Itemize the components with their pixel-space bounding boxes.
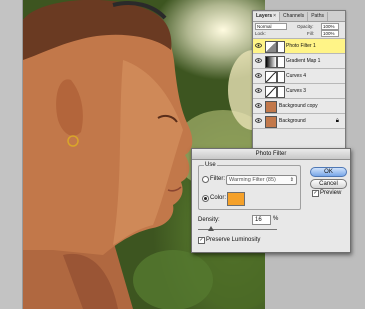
layer-name: Curves 3 [286, 88, 307, 94]
fill-value: 100% [323, 31, 335, 36]
lock-label: Lock: [255, 31, 266, 36]
preview-label: Preview [320, 190, 342, 196]
tab-paths[interactable]: Paths [308, 12, 328, 21]
ok-button-label: OK [324, 169, 333, 175]
layer-name: Background [279, 118, 306, 124]
blend-mode-value: Normal [257, 24, 272, 29]
filter-select[interactable]: Warming Filter (85) ⇕ [226, 175, 297, 185]
layers-panel: Layers× Channels Paths Normal Opacity: 1… [252, 10, 346, 152]
tab-paths-label: Paths [311, 13, 324, 19]
eye-icon[interactable] [255, 57, 262, 64]
use-group: Use Filter: Warming Filter (85) ⇕ Color: [198, 162, 301, 210]
filter-label: Filter: [210, 176, 225, 182]
layer-mask-thumbnail [277, 71, 285, 83]
eye-icon[interactable] [255, 117, 262, 124]
dialog-title: Photo Filter [192, 149, 350, 160]
layers-controls: Normal Opacity: 100% Lock: Fill: 100% [253, 22, 345, 39]
density-slider-thumb[interactable] [207, 226, 214, 231]
updown-arrows-icon: ⇕ [289, 177, 294, 183]
layer-name: Background copy [279, 103, 318, 109]
layers-tab-bar: Layers× Channels Paths [253, 11, 345, 22]
density-unit: % [273, 216, 279, 222]
blend-mode-select[interactable]: Normal [255, 23, 287, 30]
close-icon[interactable]: × [273, 13, 276, 19]
tab-channels-label: Channels [283, 13, 305, 19]
preview-checkbox[interactable]: ✓ [312, 190, 319, 197]
fill-label: Fill: [307, 31, 314, 36]
adjustment-thumbnail [265, 41, 277, 53]
opacity-value: 100% [323, 24, 335, 29]
layer-row-background-copy[interactable]: Background copy [253, 99, 345, 114]
density-value: 16 [255, 217, 262, 223]
preserve-luminosity-checkbox[interactable]: ✓ [198, 237, 205, 244]
layer-row-gradient-map[interactable]: Gradient Map 1 [253, 54, 345, 69]
color-swatch[interactable] [227, 192, 245, 206]
eye-icon[interactable] [255, 72, 262, 79]
density-input[interactable]: 16 [252, 215, 271, 225]
gradient-thumbnail [265, 56, 277, 68]
layer-row-curves-3[interactable]: Curves 3 [253, 84, 345, 99]
canvas-left-gutter [0, 0, 23, 309]
use-group-label: Use [204, 162, 217, 168]
photo-filter-dialog: Photo Filter Use Filter: Warming Filter … [191, 148, 351, 253]
layer-name: Curves 4 [286, 73, 307, 79]
cancel-button-label: Cancel [319, 181, 338, 187]
lock-icon: 🔒︎ [335, 118, 339, 124]
layer-row-photo-filter[interactable]: Photo Filter 1 [253, 39, 345, 54]
cancel-button[interactable]: Cancel [310, 179, 347, 189]
fill-input[interactable]: 100% [321, 30, 339, 37]
color-radio[interactable] [202, 195, 209, 202]
eye-icon[interactable] [255, 87, 262, 94]
eye-icon[interactable] [255, 102, 262, 109]
layer-row-curves-4[interactable]: Curves 4 [253, 69, 345, 84]
density-label: Density: [198, 217, 220, 223]
color-label: Color: [210, 195, 227, 201]
layer-name: Photo Filter 1 [286, 43, 316, 49]
curves-thumbnail [265, 71, 277, 83]
filter-select-value: Warming Filter (85) [229, 177, 276, 183]
tab-layers-label: Layers [256, 13, 273, 19]
tab-layers[interactable]: Layers× [253, 12, 281, 21]
layer-row-background[interactable]: Background 🔒︎ [253, 114, 345, 129]
opacity-label: Opacity: [297, 24, 314, 29]
opacity-input[interactable]: 100% [321, 23, 339, 30]
eye-icon[interactable] [255, 42, 262, 49]
image-thumbnail [265, 116, 277, 128]
layer-mask-thumbnail [277, 56, 285, 68]
image-thumbnail [265, 101, 277, 113]
ok-button[interactable]: OK [310, 167, 347, 177]
preserve-luminosity-label: Preserve Luminosity [206, 237, 261, 243]
layer-name: Gradient Map 1 [286, 58, 321, 64]
curves-thumbnail [265, 86, 277, 98]
layer-mask-thumbnail [277, 86, 285, 98]
tab-channels[interactable]: Channels [280, 12, 309, 21]
filter-radio[interactable] [202, 176, 209, 183]
layer-mask-thumbnail [277, 41, 285, 53]
